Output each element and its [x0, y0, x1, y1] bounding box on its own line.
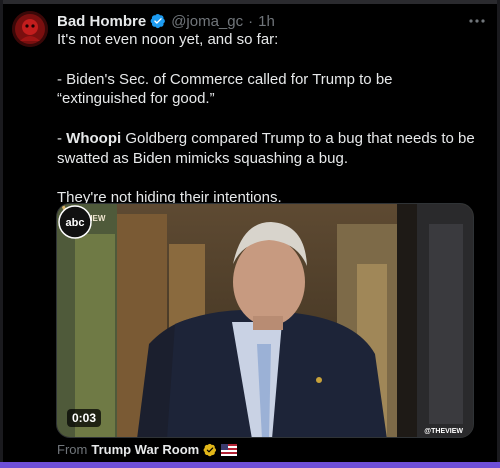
point2-bold: Whoopi — [66, 129, 122, 147]
tweet-line-intro: It's not even noon yet, and so far: — [57, 31, 279, 48]
author-name[interactable]: Bad Hombre — [57, 13, 146, 30]
source-name[interactable]: Trump War Room — [91, 442, 199, 457]
window-bottom-accent — [0, 462, 500, 468]
video-player[interactable]: VIEW 0:03 abc @THEVIEW — [56, 203, 474, 438]
channel-handle: @THEVIEW — [424, 428, 463, 435]
media-source: From Trump War Room — [57, 442, 238, 457]
point2-prefix: - — [57, 129, 67, 147]
tweet-line-point1: - Biden's Sec. of Commerce called for Tr… — [57, 70, 393, 108]
author-avatar[interactable] — [12, 11, 48, 47]
abc-logo-text: abc — [66, 217, 85, 229]
flag-icon — [221, 443, 238, 456]
header-separator: · — [248, 12, 254, 30]
video-duration: 0:03 — [67, 409, 102, 427]
window-top-border — [0, 0, 500, 4]
author-handle[interactable]: @joma_gc — [171, 13, 243, 30]
avatar-image — [12, 11, 48, 47]
window-left-border — [0, 0, 3, 468]
abc-logo-icon: abc — [58, 205, 92, 239]
gold-verified-badge-icon — [203, 443, 217, 456]
tweet-header: Bad Hombre @joma_gc · 1h — [57, 10, 488, 32]
source-prefix: From — [57, 442, 88, 457]
tweet-line-point2: - Whoopi Goldberg compared Trump to a bu… — [57, 129, 485, 169]
video-frame — [57, 204, 473, 437]
tweet-time[interactable]: 1h — [258, 13, 275, 30]
tweet-text: It's not even noon yet, and so far: - Bi… — [57, 30, 485, 208]
verified-badge-icon[interactable] — [150, 13, 166, 29]
more-options-icon[interactable] — [466, 12, 488, 30]
